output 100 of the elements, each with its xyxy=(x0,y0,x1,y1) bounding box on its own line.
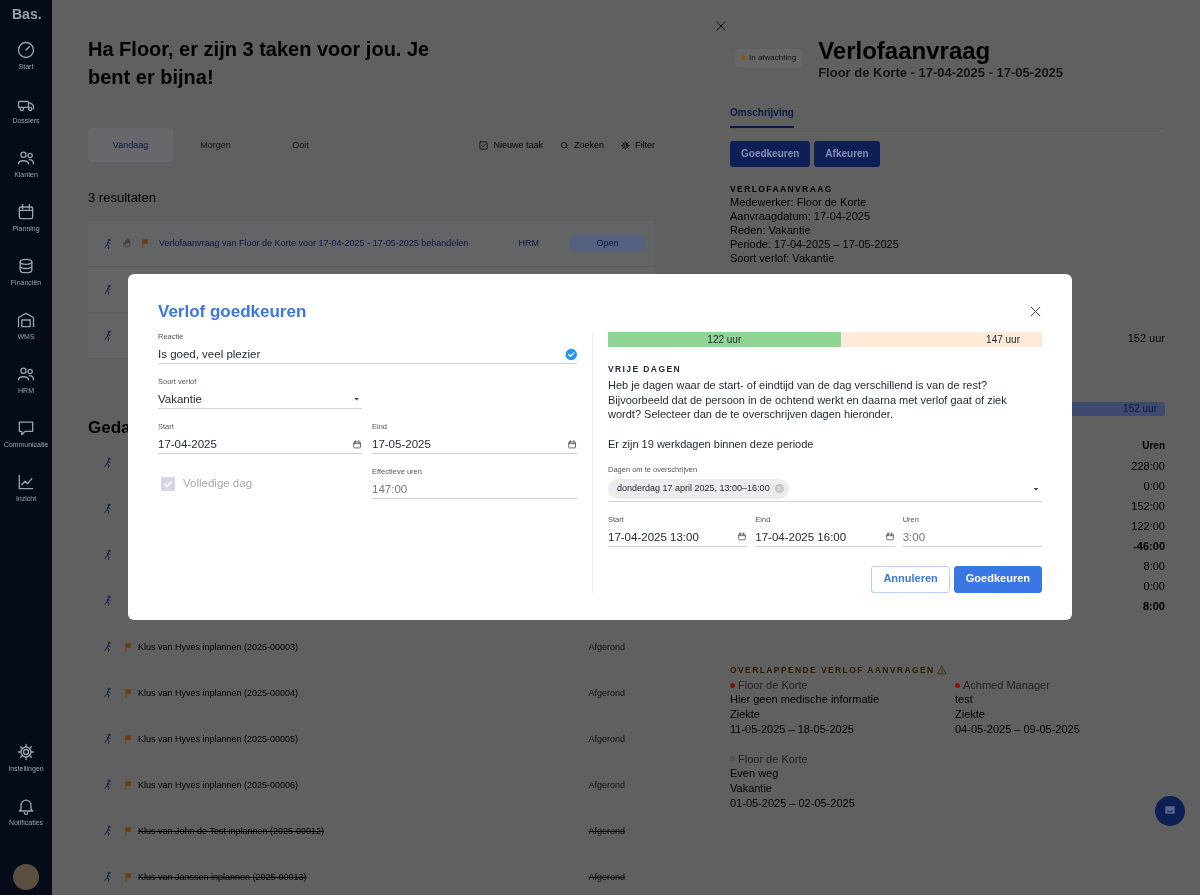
running-person-icon xyxy=(102,733,114,745)
hours-value: 228:00 xyxy=(1131,458,1165,474)
person-name: Achmed Manager xyxy=(963,677,1050,693)
flag-icon xyxy=(123,641,134,653)
task-title[interactable]: Klus van Janssen inplannen (2025-00013) xyxy=(138,871,307,883)
page-heading: Ha Floor, er zijn 3 taken voor jou. Je bent er bijna! xyxy=(88,37,431,90)
action-button[interactable]: Nieuwe taak xyxy=(478,139,543,151)
input-field[interactable]: 3:00 xyxy=(902,528,1042,545)
selected-day-chip[interactable]: donderdag 17 april 2025, 13:00–16:00 xyxy=(608,478,789,499)
panel-subtitle: Floor de Korte - 17-04-2025 - 17-05-2025 xyxy=(818,65,1064,81)
gauge-icon xyxy=(16,40,36,60)
task-title[interactable]: Verlofaanvraag van Floor de Korte voor 17-04-2025 - 17-05-2025 behandelen xyxy=(159,238,469,249)
task-title[interactable]: Klus van Hyves inplannen (2025-00005) xyxy=(138,733,299,745)
task-status: Afgerond xyxy=(588,641,625,653)
hours-value: 8:00 xyxy=(1142,598,1165,614)
detail-line: Periode: 17-04-2025 – 17-05-2025 xyxy=(730,238,899,250)
description-text: Heb je dagen waar de start- of eindtijd van de dag verschillend is van de rest? Bijvoorbeeld dat de persoon in de ochtend werkt en daarna met verlof gaat of ziek wordt? Selecteer dan de te overschrijven dagen hieronder. xyxy=(608,378,1008,423)
panel-title: Verlofaanvraag xyxy=(818,37,992,65)
task-icon xyxy=(478,139,490,151)
tab[interactable]: Ooit xyxy=(258,128,343,162)
progress-total: 147 uur xyxy=(985,333,1021,347)
input-field[interactable]: 17-04-2025 16:00 xyxy=(755,528,881,545)
running-person-icon xyxy=(102,503,114,515)
flag-icon xyxy=(123,825,134,837)
request-note: Even weg xyxy=(730,767,779,780)
running-person-icon xyxy=(102,871,114,883)
detail-line: Aanvraagdatum: 17-04-2025 xyxy=(730,210,871,222)
leave-type: Ziekte xyxy=(730,708,760,721)
detail-line: Soort verlof: Vakantie xyxy=(730,252,835,264)
task-category: HRM xyxy=(518,238,539,249)
chat-button[interactable] xyxy=(1155,796,1185,826)
running-person-icon xyxy=(102,549,114,561)
running-person-icon xyxy=(102,641,114,653)
running-person-icon xyxy=(102,283,114,296)
hours-value: -46:00 xyxy=(1133,538,1165,554)
calendar-icon[interactable] xyxy=(566,438,577,450)
hand-icon xyxy=(122,238,133,249)
column-header: Uren xyxy=(1142,438,1165,453)
action-button[interactable]: Goedkeuren xyxy=(730,141,811,167)
leave-period: 01-05-2025 – 02-05-2025 xyxy=(730,796,855,809)
calendar-icon[interactable] xyxy=(737,531,748,542)
flag-icon xyxy=(123,871,134,883)
running-person-icon xyxy=(102,457,114,469)
section-heading: Geda xyxy=(88,417,131,439)
flag-icon xyxy=(123,687,134,699)
calendar-icon[interactable] xyxy=(884,531,895,542)
checkbox-label: Volledige dag xyxy=(183,477,253,491)
task-title[interactable]: Klus van Hyves inplannen (2025-00004) xyxy=(138,687,299,699)
flag-icon xyxy=(123,779,134,791)
input-field[interactable]: 17-05-2025 xyxy=(372,436,563,452)
input-field[interactable]: 17-04-2025 xyxy=(158,436,348,452)
request-note: test xyxy=(955,693,973,706)
logo[interactable]: Bas. xyxy=(0,0,52,40)
input-field[interactable]: 147:00 xyxy=(372,481,577,497)
action-button[interactable]: Zoeken xyxy=(558,139,604,151)
running-person-icon xyxy=(102,237,114,250)
task-status: Afgerond xyxy=(588,871,625,883)
hours-value: 0:00 xyxy=(1143,478,1165,494)
person-name: Floor de Korte xyxy=(738,751,808,767)
task-title[interactable]: Klus van Hyves inplannen (2025-00003) xyxy=(138,641,299,653)
tab[interactable]: Omschrijving xyxy=(730,107,794,128)
section-heading: OVERLAPPENDE VERLOF AANVRAGEN xyxy=(730,663,935,676)
calendar-icon xyxy=(16,202,36,222)
results-count: 3 resultaten xyxy=(88,189,157,207)
leave-type: Ziekte xyxy=(955,708,985,721)
person-name: Floor de Korte xyxy=(738,677,808,693)
calendar-icon[interactable] xyxy=(351,438,362,450)
hours-value: 152:00 xyxy=(1131,498,1165,514)
running-person-icon xyxy=(102,687,114,699)
warning-icon xyxy=(936,664,947,675)
task-status: Afgerond xyxy=(588,733,625,745)
tab[interactable]: Vandaag xyxy=(88,128,173,162)
task-title[interactable]: Klus van Hyves inplannen (2025-00006) xyxy=(138,779,299,791)
approve-button[interactable]: Goedkeuren xyxy=(953,565,1042,593)
section-heading: VERLOFAANVRAAG xyxy=(730,183,834,195)
task-status: Afgerond xyxy=(588,687,625,699)
open-button[interactable]: Open xyxy=(569,235,646,252)
input-field[interactable]: 17-04-2025 13:00 xyxy=(608,528,734,545)
settings-icon xyxy=(620,139,631,151)
cancel-button[interactable]: Annuleren xyxy=(871,565,950,593)
input-field[interactable]: Is goed, veel plezier xyxy=(158,346,561,362)
modal-title: Verlof goedkeuren xyxy=(158,301,307,323)
action-button[interactable]: Afkeuren xyxy=(814,141,880,167)
running-person-icon xyxy=(102,825,114,837)
close-icon[interactable] xyxy=(1028,304,1043,319)
workdays-note: Er zijn 19 werkdagen binnen deze periode xyxy=(608,437,814,450)
task-title[interactable]: Klus van John de Test inplannen (2025-00012) xyxy=(138,825,324,837)
leave-period: 04-05-2025 – 09-05-2025 xyxy=(955,722,1080,735)
running-person-icon xyxy=(102,595,114,607)
dropdown[interactable]: Vakantie xyxy=(158,391,347,407)
action-button[interactable]: Filter xyxy=(620,139,655,151)
chart-icon xyxy=(16,472,36,492)
section-heading: VRIJE DAGEN xyxy=(608,364,682,374)
tab[interactable]: Morgen xyxy=(173,128,258,162)
hours-value: 122:00 xyxy=(1131,518,1165,534)
progress-fill: 122 uur xyxy=(608,332,841,347)
running-person-icon xyxy=(102,329,114,342)
running-person-icon xyxy=(102,779,114,791)
leave-period: 11-05-2025 – 18-05-2025 xyxy=(730,722,854,735)
search-icon xyxy=(558,139,570,151)
